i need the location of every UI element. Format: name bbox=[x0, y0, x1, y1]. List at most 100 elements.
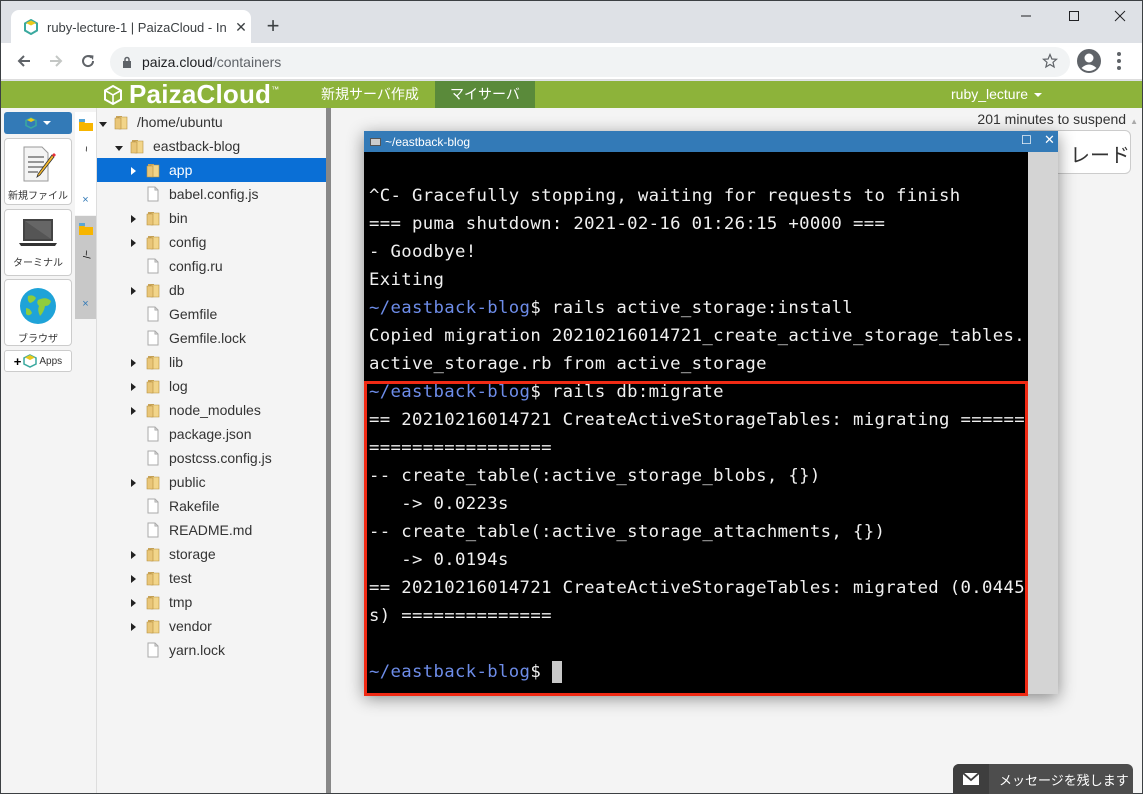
folder-icon bbox=[146, 548, 160, 562]
vtab-project[interactable]: ~/ × bbox=[75, 216, 96, 319]
reload-icon bbox=[82, 55, 95, 68]
terminal-close-icon[interactable]: ✕ bbox=[1044, 132, 1055, 148]
maximize-button[interactable] bbox=[1051, 5, 1097, 27]
add-apps-button[interactable]: + Apps bbox=[4, 350, 72, 372]
new-tab-button[interactable]: + bbox=[263, 15, 283, 39]
tree-folder-row[interactable]: eastback-blog bbox=[97, 134, 327, 158]
terminal-text: ^C- Gracefully stopping, waiting for req… bbox=[369, 186, 961, 206]
collapsed-triangle-icon[interactable] bbox=[131, 167, 136, 175]
folder-icon bbox=[146, 476, 160, 490]
tree-file-row[interactable]: Gemfile bbox=[97, 302, 327, 326]
tree-expander[interactable] bbox=[131, 234, 145, 250]
new-file-button[interactable]: 新規ファイル bbox=[4, 138, 72, 205]
bookmark-star-icon[interactable] bbox=[1042, 53, 1058, 69]
tree-file-row[interactable]: yarn.lock bbox=[97, 638, 327, 662]
terminal-text: -- create_table(:active_storage_attachme… bbox=[369, 522, 886, 542]
tree-folder-row[interactable]: public bbox=[97, 470, 327, 494]
tree-item-label: /home/ubuntu bbox=[137, 114, 223, 130]
tree-file-row[interactable]: babel.config.js bbox=[97, 182, 327, 206]
browser-menu-icon[interactable] bbox=[1111, 48, 1127, 74]
terminal-button[interactable]: ターミナル bbox=[4, 209, 72, 276]
address-bar[interactable]: paiza.cloud/containers bbox=[110, 47, 1070, 77]
collapsed-triangle-icon[interactable] bbox=[131, 551, 136, 559]
tree-folder-row[interactable]: vendor bbox=[97, 614, 327, 638]
collapsed-triangle-icon[interactable] bbox=[131, 239, 136, 247]
tree-file-row[interactable]: README.md bbox=[97, 518, 327, 542]
minimize-button[interactable] bbox=[1003, 5, 1049, 27]
tree-item-label: config bbox=[169, 234, 207, 250]
collapsed-triangle-icon[interactable] bbox=[131, 599, 136, 607]
folder-icon bbox=[146, 404, 160, 418]
folder-icon bbox=[78, 223, 93, 235]
tree-folder-row[interactable]: tmp bbox=[97, 590, 327, 614]
window-close-button[interactable] bbox=[1097, 5, 1143, 27]
tree-folder-row[interactable]: db bbox=[97, 278, 327, 302]
nav-new-server[interactable]: 新規サーバ作成 bbox=[306, 81, 434, 108]
tree-expander[interactable] bbox=[131, 402, 145, 418]
collapsed-triangle-icon[interactable] bbox=[131, 383, 136, 391]
vtab-home[interactable]: ~ × bbox=[75, 112, 96, 215]
terminal-maximize-icon[interactable]: ☐ bbox=[1021, 133, 1032, 147]
nav-my-server[interactable]: マイサーバ bbox=[435, 81, 535, 108]
tree-item-label: tmp bbox=[169, 594, 193, 610]
tab-close-icon[interactable]: ✕ bbox=[233, 19, 249, 36]
tree-folder-row[interactable]: app bbox=[97, 158, 327, 182]
tree-expander[interactable] bbox=[131, 162, 145, 178]
vtab-close-icon[interactable]: × bbox=[82, 298, 88, 310]
tree-expander[interactable] bbox=[131, 474, 145, 490]
leave-message-widget[interactable]: メッセージを残します bbox=[953, 764, 1133, 794]
expanded-triangle-icon[interactable] bbox=[115, 146, 123, 151]
tree-expander[interactable] bbox=[131, 282, 145, 298]
tree-folder-row[interactable]: config bbox=[97, 230, 327, 254]
brand-name: PaizaCloud bbox=[129, 79, 272, 109]
terminal-titlebar[interactable]: ~/eastback-blog ☐ ✕ bbox=[364, 131, 1058, 152]
collapsed-triangle-icon[interactable] bbox=[131, 479, 136, 487]
tree-expander[interactable] bbox=[131, 618, 145, 634]
back-button[interactable] bbox=[8, 45, 40, 77]
prompt-path: ~/eastback-blog bbox=[369, 662, 531, 682]
collapsed-triangle-icon[interactable] bbox=[131, 287, 136, 295]
browser-button[interactable]: ブラウザ bbox=[4, 279, 72, 346]
tree-expander[interactable] bbox=[131, 594, 145, 610]
folder-icon bbox=[146, 164, 160, 178]
expanded-triangle-icon[interactable] bbox=[99, 122, 107, 127]
tree-folder-row[interactable]: node_modules bbox=[97, 398, 327, 422]
tree-folder-row[interactable]: bin bbox=[97, 206, 327, 230]
tree-expander[interactable] bbox=[131, 546, 145, 562]
tree-expander[interactable] bbox=[131, 378, 145, 394]
tree-file-row[interactable]: package.json bbox=[97, 422, 327, 446]
terminal-scrollbar[interactable] bbox=[1028, 152, 1058, 694]
tree-file-row[interactable]: Rakefile bbox=[97, 494, 327, 518]
tree-file-row[interactable]: Gemfile.lock bbox=[97, 326, 327, 350]
container-select-button[interactable] bbox=[4, 112, 72, 134]
profile-avatar-icon[interactable] bbox=[1076, 48, 1102, 74]
collapsed-triangle-icon[interactable] bbox=[131, 359, 136, 367]
tree-file-row[interactable]: config.ru bbox=[97, 254, 327, 278]
user-menu[interactable]: ruby_lecture bbox=[951, 81, 1043, 108]
brand-logo[interactable]: PaizaCloud ™ bbox=[101, 79, 279, 110]
tree-expander[interactable] bbox=[115, 138, 129, 154]
forward-button[interactable] bbox=[40, 45, 72, 77]
folder-icon bbox=[146, 236, 160, 250]
tree-folder-row[interactable]: test bbox=[97, 566, 327, 590]
collapsed-triangle-icon[interactable] bbox=[131, 407, 136, 415]
tree-folder-row[interactable]: log bbox=[97, 374, 327, 398]
tree-file-row[interactable]: postcss.config.js bbox=[97, 446, 327, 470]
collapsed-triangle-icon[interactable] bbox=[131, 575, 136, 583]
terminal-text: -> 0.0223s bbox=[369, 494, 509, 514]
tree-folder-row[interactable]: lib bbox=[97, 350, 327, 374]
tree-expander[interactable] bbox=[131, 354, 145, 370]
suspend-timer[interactable]: 201 minutes to suspend ▲ bbox=[977, 111, 1138, 127]
reload-button[interactable] bbox=[72, 45, 104, 77]
vtab-close-icon[interactable]: × bbox=[82, 194, 88, 206]
browser-tab[interactable]: ruby-lecture-1 | PaizaCloud - Inst ✕ bbox=[11, 10, 251, 44]
tree-item-label: Gemfile.lock bbox=[169, 330, 247, 346]
collapsed-triangle-icon[interactable] bbox=[131, 215, 136, 223]
tree-expander[interactable] bbox=[99, 114, 113, 130]
collapsed-triangle-icon[interactable] bbox=[131, 623, 136, 631]
terminal-output[interactable]: ^C- Gracefully stopping, waiting for req… bbox=[364, 152, 1028, 694]
tree-folder-row[interactable]: /home/ubuntu bbox=[97, 110, 327, 134]
tree-expander[interactable] bbox=[131, 570, 145, 586]
tree-expander[interactable] bbox=[131, 210, 145, 226]
tree-folder-row[interactable]: storage bbox=[97, 542, 327, 566]
